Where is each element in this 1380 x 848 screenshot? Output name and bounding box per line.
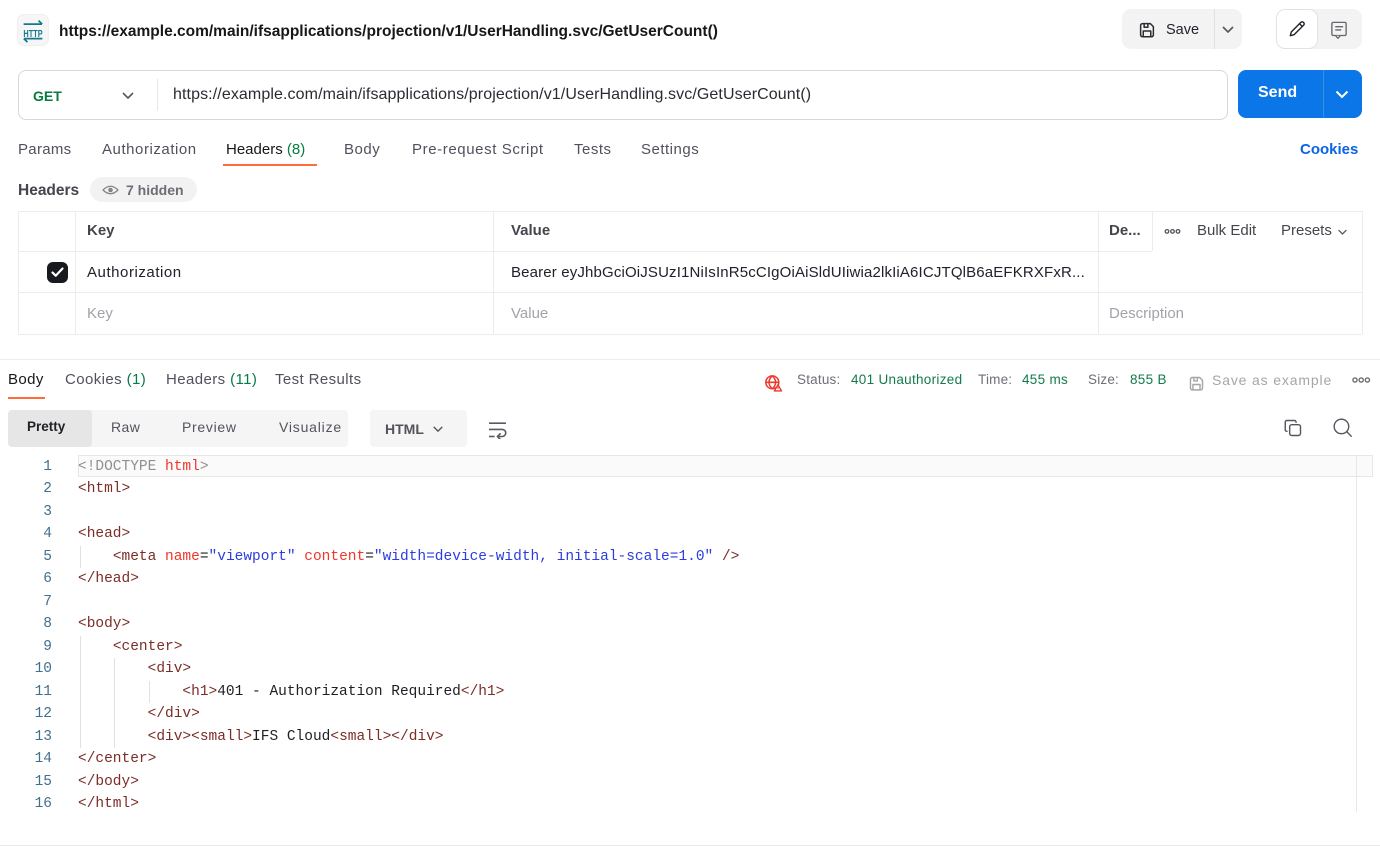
svg-text:HTTP: HTTP [23,29,42,40]
